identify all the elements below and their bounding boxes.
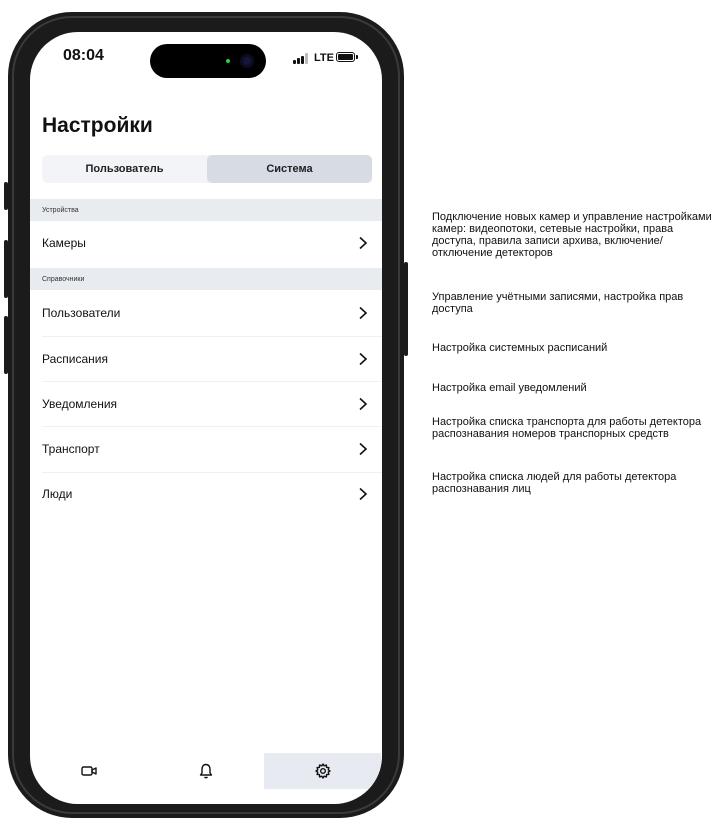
- tab-cameras[interactable]: [30, 753, 147, 789]
- volume-up-button: [4, 240, 8, 298]
- list-item-label: Расписания: [42, 352, 108, 366]
- section-header-devices: Устройства: [30, 199, 382, 221]
- chevron-right-icon: [359, 306, 368, 320]
- list-item-label: Пользователи: [42, 306, 121, 320]
- bottom-tab-bar: [30, 753, 382, 789]
- tab-settings[interactable]: [264, 753, 381, 789]
- description-transport: Настройка списка транспорта для работы д…: [432, 416, 702, 440]
- tab-user[interactable]: Пользователь: [42, 155, 207, 183]
- list-item-users[interactable]: Пользователи: [30, 291, 382, 335]
- list-item-label: Камеры: [42, 236, 86, 250]
- privacy-indicator: [226, 59, 230, 63]
- segmented-control: Пользователь Система: [42, 155, 372, 183]
- description-notifications: Настройка email уведомлений: [432, 382, 587, 394]
- description-people: Настройка списка людей для работы детект…: [432, 471, 677, 495]
- section-header-directories: Справочники: [30, 268, 382, 290]
- network-label: LTE: [314, 52, 334, 64]
- power-button: [404, 262, 408, 356]
- bell-icon: [199, 763, 212, 779]
- description-schedules: Настройка системных расписаний: [432, 342, 608, 354]
- chevron-right-icon: [359, 397, 368, 411]
- page-title: Настройки: [42, 114, 153, 137]
- chevron-right-icon: [359, 352, 368, 366]
- chevron-right-icon: [359, 236, 368, 250]
- tab-system[interactable]: Система: [207, 155, 372, 183]
- signal-icon: [293, 53, 309, 64]
- list-item-label: Уведомления: [42, 397, 118, 411]
- chevron-right-icon: [359, 487, 368, 501]
- front-camera: [240, 54, 254, 68]
- description-users: Управление учётными записями, настройка …: [432, 291, 684, 315]
- description-cameras: Подключение новых камер и управление нас…: [432, 211, 712, 259]
- list-item-transport[interactable]: Транспорт: [30, 427, 382, 471]
- phone-screen: 08:04 LTE Настройки Пользователь Система…: [30, 32, 382, 804]
- phone-frame: 08:04 LTE Настройки Пользователь Система…: [8, 12, 404, 818]
- action-button: [4, 182, 8, 210]
- status-bar: 08:04 LTE: [30, 32, 382, 92]
- tab-notifications[interactable]: [147, 753, 264, 789]
- chevron-right-icon: [359, 442, 368, 456]
- gear-icon: [314, 763, 331, 779]
- battery-icon: [336, 52, 358, 62]
- camera-icon: [80, 766, 97, 776]
- list-item-cameras[interactable]: Камеры: [30, 221, 382, 265]
- dynamic-island: [150, 44, 266, 78]
- list-item-label: Люди: [42, 487, 73, 501]
- list-item-label: Транспорт: [42, 442, 100, 456]
- volume-down-button: [4, 316, 8, 374]
- list-item-people[interactable]: Люди: [30, 472, 382, 516]
- status-time: 08:04: [63, 47, 104, 64]
- list-item-notifications[interactable]: Уведомления: [30, 382, 382, 426]
- list-item-schedules[interactable]: Расписания: [30, 337, 382, 381]
